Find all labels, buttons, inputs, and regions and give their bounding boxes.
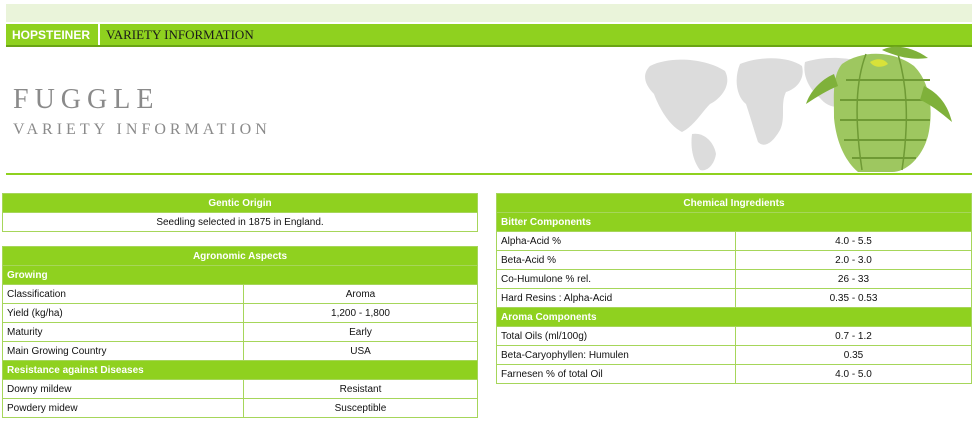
header-divider [6,173,972,175]
growing-group-header: Growing [2,265,478,285]
table-row: Co-Humulone % rel. 26 - 33 [496,269,972,289]
row-value: 26 - 33 [735,269,972,289]
row-value: 0.35 - 0.53 [735,288,972,308]
row-label: Beta-Caryophyllen: Humulen [496,345,736,365]
genetic-origin-table: Gentic Origin Seedling selected in 1875 … [2,193,478,232]
table-row: Beta-Acid % 2.0 - 3.0 [496,250,972,270]
table-row: Powdery midew Susceptible [2,398,478,418]
row-label: Classification [2,284,244,304]
row-value: Early [243,322,478,342]
agronomic-aspects-table: Agronomic Aspects Growing Classification… [2,246,478,418]
row-value: 4.0 - 5.0 [735,364,972,384]
row-label: Hard Resins : Alpha-Acid [496,288,736,308]
row-value: 4.0 - 5.5 [735,231,972,251]
row-label: Maturity [2,322,244,342]
bitter-group-header: Bitter Components [496,212,972,232]
variety-title: FUGGLE [13,84,160,115]
genetic-origin-title: Gentic Origin [2,193,478,213]
row-value: 0.35 [735,345,972,365]
table-row: Classification Aroma [2,284,478,304]
row-value: 1,200 - 1,800 [243,303,478,323]
row-label: Main Growing Country [2,341,244,361]
table-row: Beta-Caryophyllen: Humulen 0.35 [496,345,972,365]
header-top-strip [6,4,972,22]
chemical-title: Chemical Ingredients [496,193,972,213]
chemical-ingredients-table: Chemical Ingredients Bitter Components A… [496,193,972,384]
row-label: Co-Humulone % rel. [496,269,736,289]
row-value: Aroma [243,284,478,304]
row-value: 2.0 - 3.0 [735,250,972,270]
aroma-group-header: Aroma Components [496,307,972,327]
row-label: Beta-Acid % [496,250,736,270]
table-row: Yield (kg/ha) 1,200 - 1,800 [2,303,478,323]
brand-name: HOPSTEINER [6,24,101,45]
row-label: Total Oils (ml/100g) [496,326,736,346]
brand-section-label: VARIETY INFORMATION [106,26,254,42]
row-value: Susceptible [243,398,478,418]
row-label: Yield (kg/ha) [2,303,244,323]
row-value: Resistant [243,379,478,399]
agronomic-title: Agronomic Aspects [2,246,478,266]
row-value: USA [243,341,478,361]
table-row: Farnesen % of total Oil 4.0 - 5.0 [496,364,972,384]
hop-cone-world-map-image [645,46,952,172]
table-row: Alpha-Acid % 4.0 - 5.5 [496,231,972,251]
variety-subtitle: VARIETY INFORMATION [13,121,271,138]
row-label: Downy mildew [2,379,244,399]
row-value: 0.7 - 1.2 [735,326,972,346]
table-row: Downy mildew Resistant [2,379,478,399]
header-brand-bar: HOPSTEINER VARIETY INFORMATION [6,24,972,47]
row-label: Alpha-Acid % [496,231,736,251]
table-row: Maturity Early [2,322,478,342]
genetic-origin-text: Seedling selected in 1875 in England. [2,212,478,232]
table-row: Main Growing Country USA [2,341,478,361]
row-label: Powdery midew [2,398,244,418]
resistance-group-header: Resistance against Diseases [2,360,478,380]
row-label: Farnesen % of total Oil [496,364,736,384]
table-row: Total Oils (ml/100g) 0.7 - 1.2 [496,326,972,346]
table-row: Hard Resins : Alpha-Acid 0.35 - 0.53 [496,288,972,308]
